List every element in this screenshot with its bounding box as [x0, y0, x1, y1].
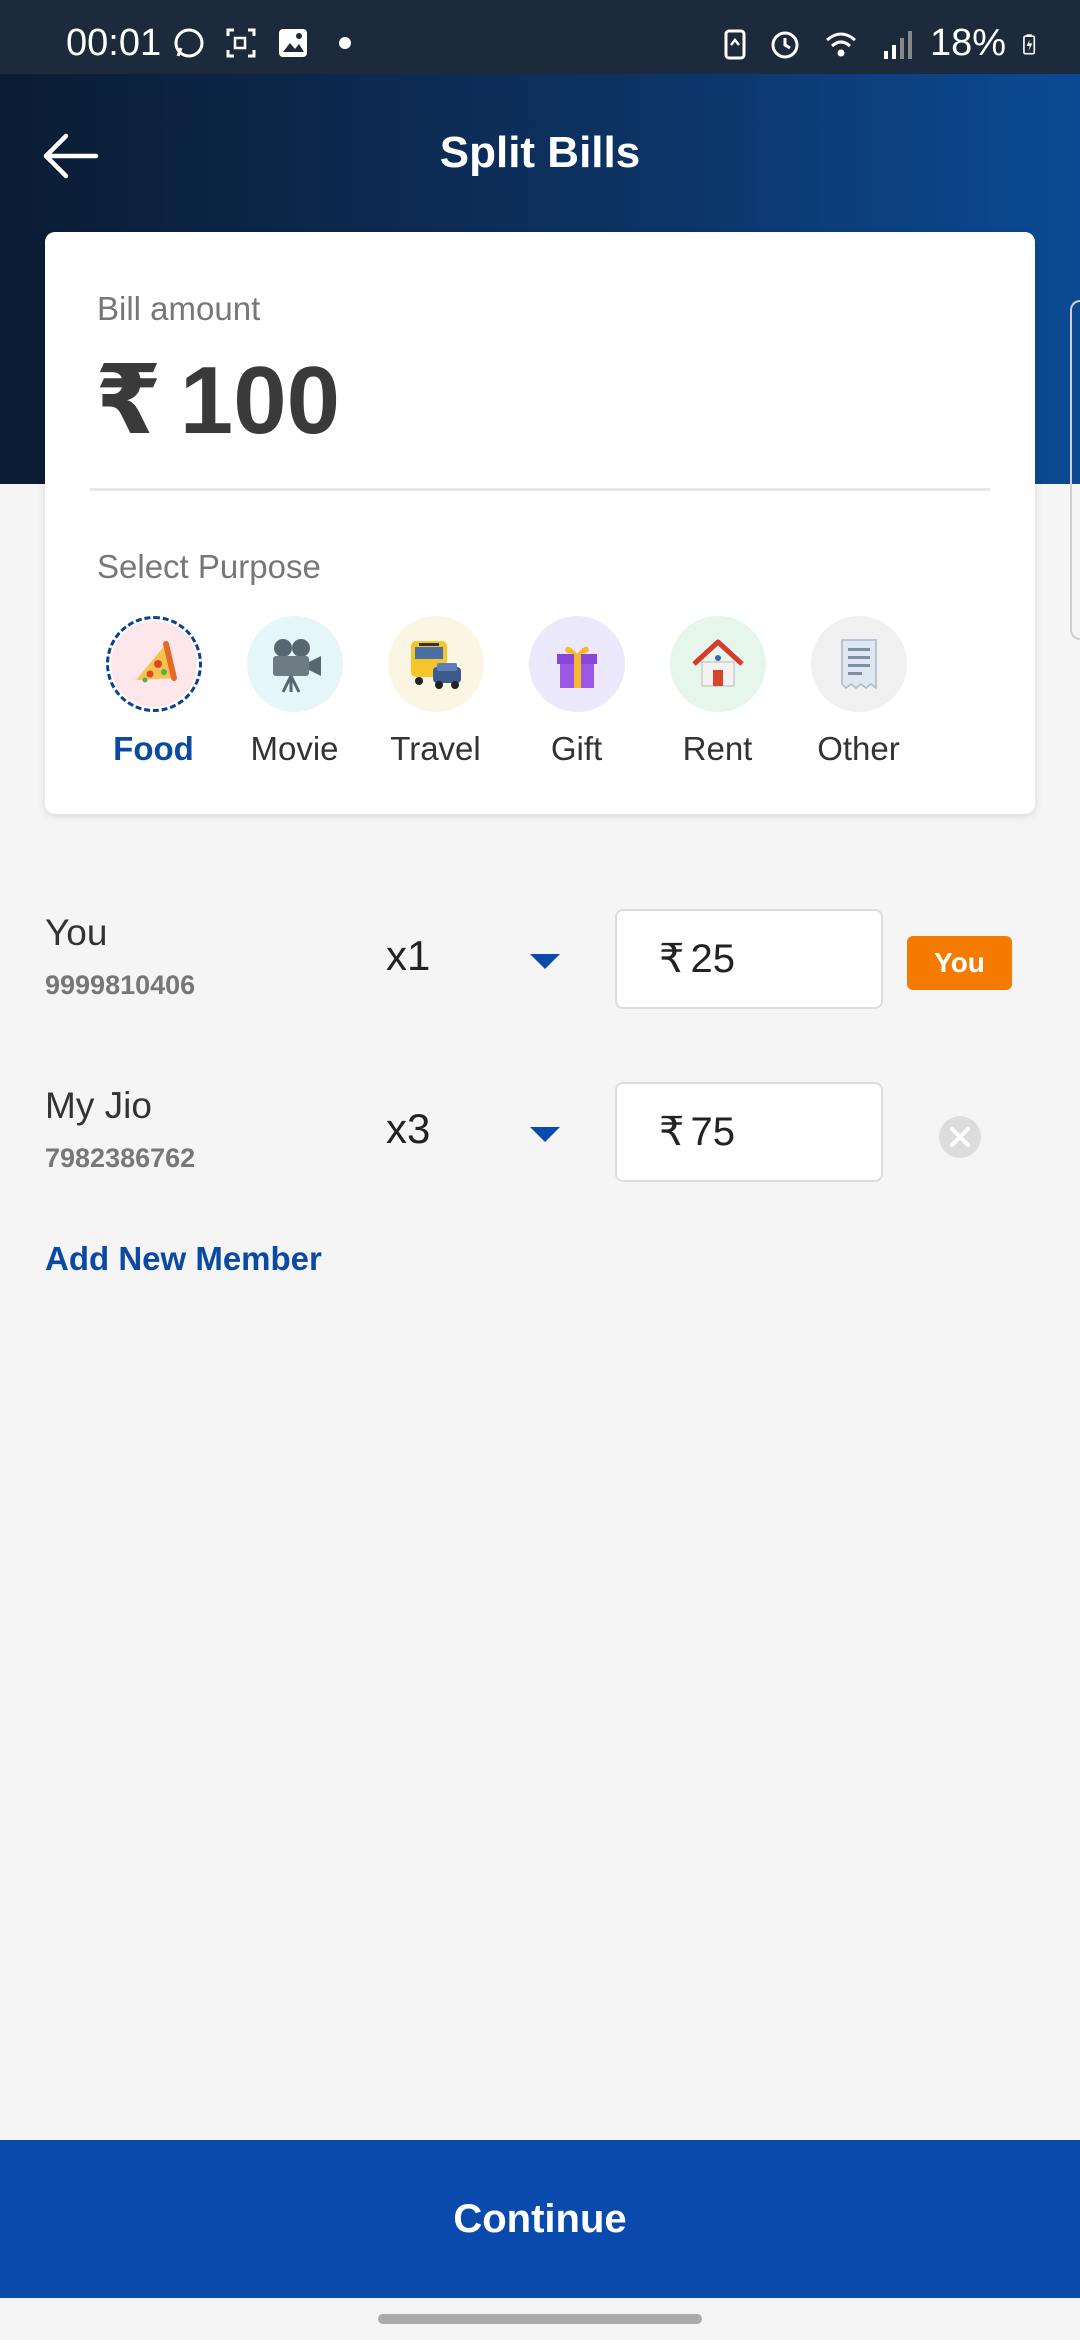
share-multiplier[interactable]: x1: [386, 932, 430, 980]
purpose-other[interactable]: Other: [788, 616, 929, 768]
gallery-icon: [279, 29, 307, 57]
bill-amount-value: 100: [179, 347, 340, 454]
remove-member-icon[interactable]: [938, 1115, 982, 1159]
bill-card: Bill amount ₹ 100 Select Purpose Food Mo…: [45, 232, 1035, 814]
alarm-icon: [771, 31, 799, 58]
member-amount-value: 75: [690, 1109, 735, 1154]
continue-button[interactable]: Continue: [0, 2140, 1080, 2298]
pizza-icon: [110, 621, 197, 707]
whatsapp-icon: [174, 28, 204, 58]
purpose-gift[interactable]: Gift: [506, 616, 647, 768]
screen-record-icon: [226, 28, 256, 58]
purpose-list: Food Movie Travel Gift Rent Other: [83, 616, 929, 768]
signal-icon: [883, 30, 912, 59]
member-row-my-jio: My Jio 7982386762 x3 ₹ 75: [0, 1082, 1080, 1185]
divider: [90, 488, 990, 491]
purpose-travel-circle: [387, 616, 484, 712]
home-indicator[interactable]: [378, 2314, 702, 2324]
purpose-gift-circle: [528, 616, 625, 712]
wifi-icon: [825, 32, 856, 56]
purpose-label: Gift: [550, 730, 603, 767]
app-bar: Split Bills: [0, 110, 1080, 200]
status-bar: 00:01 18%: [0, 0, 1080, 74]
member-amount-input[interactable]: ₹ 25: [615, 909, 883, 1009]
battery-percent: 18%: [929, 22, 1006, 64]
purpose-food[interactable]: Food: [83, 616, 224, 768]
purpose-movie-circle: [246, 616, 343, 712]
currency-symbol: ₹: [659, 1110, 685, 1154]
page-title: Split Bills: [439, 128, 641, 177]
currency-symbol: ₹: [659, 937, 685, 981]
chevron-down-icon[interactable]: [530, 1125, 560, 1143]
you-badge: You: [907, 936, 1012, 990]
member-phone: 9999810406: [45, 970, 196, 1000]
purpose-food-circle: [105, 616, 202, 712]
purpose-label: Other: [817, 730, 900, 767]
member-row-you: You 9999810406 x1 ₹ 25 You: [0, 909, 1080, 1012]
bus-icon: [410, 641, 461, 689]
member-amount-input[interactable]: ₹ 75: [615, 1082, 883, 1182]
purpose-movie[interactable]: Movie: [224, 616, 365, 768]
purpose-label: Rent: [682, 730, 753, 767]
gift-icon: [556, 646, 597, 688]
select-purpose-label: Select Purpose: [97, 548, 321, 585]
battery-icon: [1023, 33, 1036, 55]
battery-saver-icon: [724, 29, 746, 59]
bill-amount-label: Bill amount: [97, 290, 261, 327]
purpose-label: Food: [113, 730, 194, 767]
member-amount-value: 25: [690, 936, 735, 981]
dot-icon: [339, 37, 351, 49]
member-phone: 7982386762: [45, 1143, 196, 1173]
member-name: You: [45, 912, 108, 953]
movie-camera-icon: [272, 639, 321, 693]
purpose-travel[interactable]: Travel: [365, 616, 506, 768]
receipt-icon: [840, 639, 877, 690]
purpose-label: Travel: [390, 730, 481, 767]
purpose-label: Movie: [250, 730, 339, 767]
add-new-member-link[interactable]: Add New Member: [45, 1240, 322, 1278]
status-time: 00:01: [66, 22, 162, 64]
house-icon: [691, 639, 744, 687]
purpose-rent[interactable]: Rent: [647, 616, 788, 768]
purpose-other-circle: [810, 616, 907, 712]
edge-panel-handle[interactable]: [1070, 300, 1080, 640]
share-multiplier[interactable]: x3: [386, 1105, 430, 1153]
bill-amount-input[interactable]: ₹ 100: [95, 344, 340, 456]
member-name: My Jio: [45, 1085, 152, 1126]
currency-symbol: ₹: [95, 347, 162, 454]
purpose-rent-circle: [669, 616, 766, 712]
chevron-down-icon[interactable]: [530, 952, 560, 970]
